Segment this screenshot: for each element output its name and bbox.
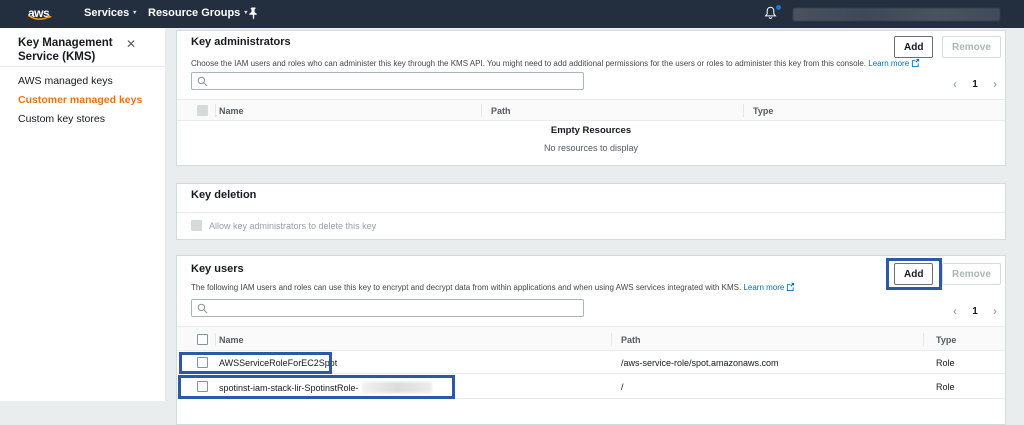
pagination: ‹ 1 › [953,305,997,317]
key-users-search-box [191,299,584,317]
sidebar-title: Key Management Service (KMS) [18,36,130,64]
sidebar-item-custom-key-stores[interactable]: Custom key stores [18,113,105,125]
column-divider [481,104,482,117]
caret-down-icon: ▾ [244,9,247,16]
empty-state: Empty Resources No resources to display [177,125,1005,153]
key-administrators-panel: Key administrators Add Remove Choose the… [176,30,1006,166]
row-path: / [621,382,624,392]
column-header-type: Type [936,335,956,345]
table-row-awsserviceroleforec2spot[interactable]: AWSServiceRoleForEC2Spot /aws-service-ro… [177,351,1005,374]
panel-divider [177,212,1005,213]
allow-deletion-checkbox[interactable] [191,220,202,231]
table-row-spotinst-role[interactable]: spotinst-iam-stack-lir-SpotinstRole- / R… [177,374,1005,399]
aws-logo[interactable]: aws [28,4,58,24]
kms-sidebar: Key Management Service (KMS) ✕ AWS manag… [0,28,165,401]
column-divider [923,333,924,346]
close-icon[interactable]: ✕ [126,38,136,50]
key-administrators-table-header: Name Path Type [177,99,1005,121]
key-administrators-description: Choose the IAM users and roles who can a… [191,58,920,68]
sidebar-divider [0,66,165,67]
key-users-panel: Key users Add Remove The following IAM u… [176,255,1006,425]
key-users-table-header: Name Path Type [177,326,1005,351]
nav-resource-groups[interactable]: Resource Groups ▾ [148,7,247,19]
chevron-left-icon[interactable]: ‹ [953,305,957,317]
column-header-name: Name [219,335,244,345]
notifications-bell-icon[interactable] [764,6,780,22]
column-divider [215,333,216,346]
empty-state-title: Empty Resources [177,125,1005,136]
sidebar-item-aws-managed-keys[interactable]: AWS managed keys [18,75,113,87]
pagination: ‹ 1 › [953,78,997,90]
nav-services[interactable]: Services ▾ [84,7,136,19]
row-name: spotinst-iam-stack-lir-SpotinstRole- [219,382,432,393]
chevron-right-icon[interactable]: › [993,78,997,90]
column-header-name: Name [219,106,244,116]
redacted-text [362,382,432,393]
search-icon [197,76,208,87]
description-text: Choose the IAM users and roles who can a… [191,59,866,68]
sidebar-item-customer-managed-keys[interactable]: Customer managed keys [18,94,142,106]
row-checkbox[interactable] [197,381,208,392]
learn-more-label: Learn more [868,59,909,68]
row-type: Role [936,358,955,368]
search-input[interactable] [214,301,578,317]
column-header-path: Path [621,335,641,345]
row-checkbox[interactable] [197,357,208,368]
nav-services-label: Services [84,7,129,19]
top-navbar: aws Services ▾ Resource Groups ▾ [0,0,1024,28]
key-deletion-panel: Key deletion Allow key administrators to… [176,183,1006,240]
pin-icon[interactable] [248,7,260,21]
external-link-icon [786,282,795,291]
row-path: /aws-service-role/spot.amazonaws.com [621,358,779,368]
key-users-description: The following IAM users and roles can us… [191,282,795,292]
row-type: Role [936,382,955,392]
key-administrators-add-button[interactable]: Add [894,36,933,58]
caret-down-icon: ▾ [133,9,136,16]
chevron-right-icon[interactable]: › [993,305,997,317]
search-input[interactable] [214,74,578,90]
page-number: 1 [972,79,978,90]
panel-title-key-administrators: Key administrators [191,36,291,48]
page-number: 1 [972,306,978,317]
column-divider [215,104,216,117]
allow-deletion-label: Allow key administrators to delete this … [209,221,376,231]
key-users-remove-button[interactable]: Remove [942,263,1001,285]
key-users-add-button[interactable]: Add [894,263,933,285]
row-name: AWSServiceRoleForEC2Spot [219,358,337,368]
learn-more-link[interactable]: Learn more [868,59,920,68]
select-all-checkbox[interactable] [197,334,208,345]
account-menu-redacted[interactable] [793,8,1000,21]
panel-title-key-users: Key users [191,263,244,275]
notification-badge-dot [776,5,781,10]
row-name-text: spotinst-iam-stack-lir-SpotinstRole- [219,383,359,393]
key-administrators-remove-button[interactable]: Remove [942,36,1001,58]
key-administrators-search-box [191,72,584,90]
aws-smile-icon [28,15,54,22]
column-header-type: Type [753,106,773,116]
nav-resource-groups-label: Resource Groups [148,7,240,19]
learn-more-link[interactable]: Learn more [743,283,795,292]
search-icon [197,303,208,314]
external-link-icon [911,58,920,67]
panel-title-key-deletion: Key deletion [191,189,256,201]
description-text: The following IAM users and roles can us… [191,283,741,292]
empty-state-subtitle: No resources to display [177,143,1005,153]
learn-more-label: Learn more [743,283,784,292]
column-divider [611,333,612,346]
column-divider [743,104,744,117]
column-header-path: Path [491,106,511,116]
select-all-checkbox [197,105,208,116]
chevron-left-icon[interactable]: ‹ [953,78,957,90]
